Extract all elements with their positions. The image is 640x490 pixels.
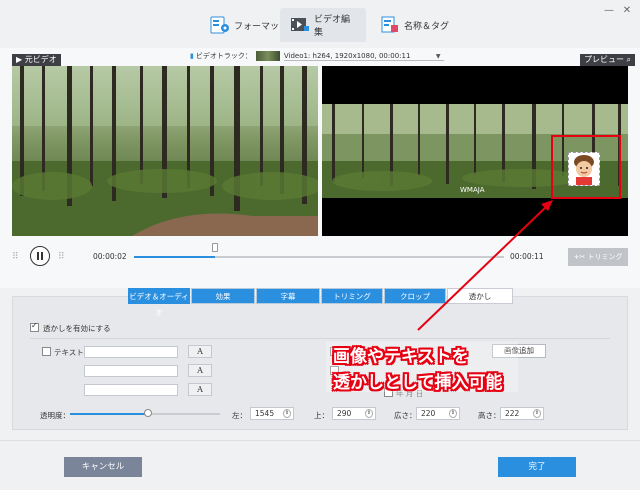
annotation-line-1: 画像やテキストを: [333, 347, 469, 367]
annotation-arrow: [417, 200, 553, 331]
annotation-line-2: 透かしとして挿入可能: [333, 373, 503, 393]
